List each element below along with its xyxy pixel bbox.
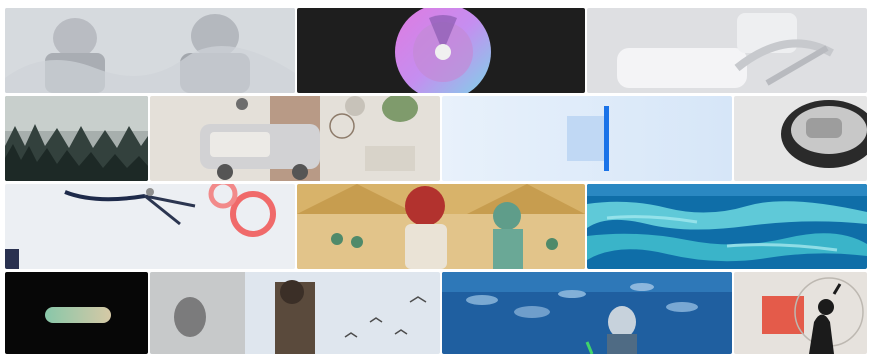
tile-coral-reef[interactable] [587,184,867,269]
birds-photo-icon [150,272,440,354]
tile-black-pill[interactable] [5,272,148,354]
abstract-blue-icon [442,96,732,181]
tile-aquarium[interactable] [442,272,732,354]
astronaut-illustration-icon [5,8,295,93]
tile-button-closeup[interactable] [734,96,867,181]
tile-astronauts-sketch[interactable] [5,8,295,93]
scissors-photo-icon [5,184,295,269]
tile-gradient-dial[interactable] [297,8,585,93]
tile-misty-forest[interactable] [5,96,148,181]
tile-blue-blur[interactable] [442,96,732,181]
pill-shape-icon [5,272,148,354]
vehicle-illustration-icon [150,96,440,181]
chair-render-icon [587,8,867,93]
forest-photo-icon [5,96,148,181]
tile-bird-window[interactable] [150,272,440,354]
collage-photo-icon [734,272,867,354]
people-illustration-icon [297,184,585,269]
tile-cart-illustration[interactable] [150,96,440,181]
tile-tent-illustration[interactable] [297,184,585,269]
dial-disc-icon [297,8,585,93]
aquarium-photo-icon [442,272,732,354]
button-render-icon [734,96,867,181]
tile-white-chair[interactable] [587,8,867,93]
tile-silhouette-collage[interactable] [734,272,867,354]
image-gallery [0,0,872,354]
tile-scissors-tape[interactable] [5,184,295,269]
reef-aerial-photo-icon [587,184,867,269]
